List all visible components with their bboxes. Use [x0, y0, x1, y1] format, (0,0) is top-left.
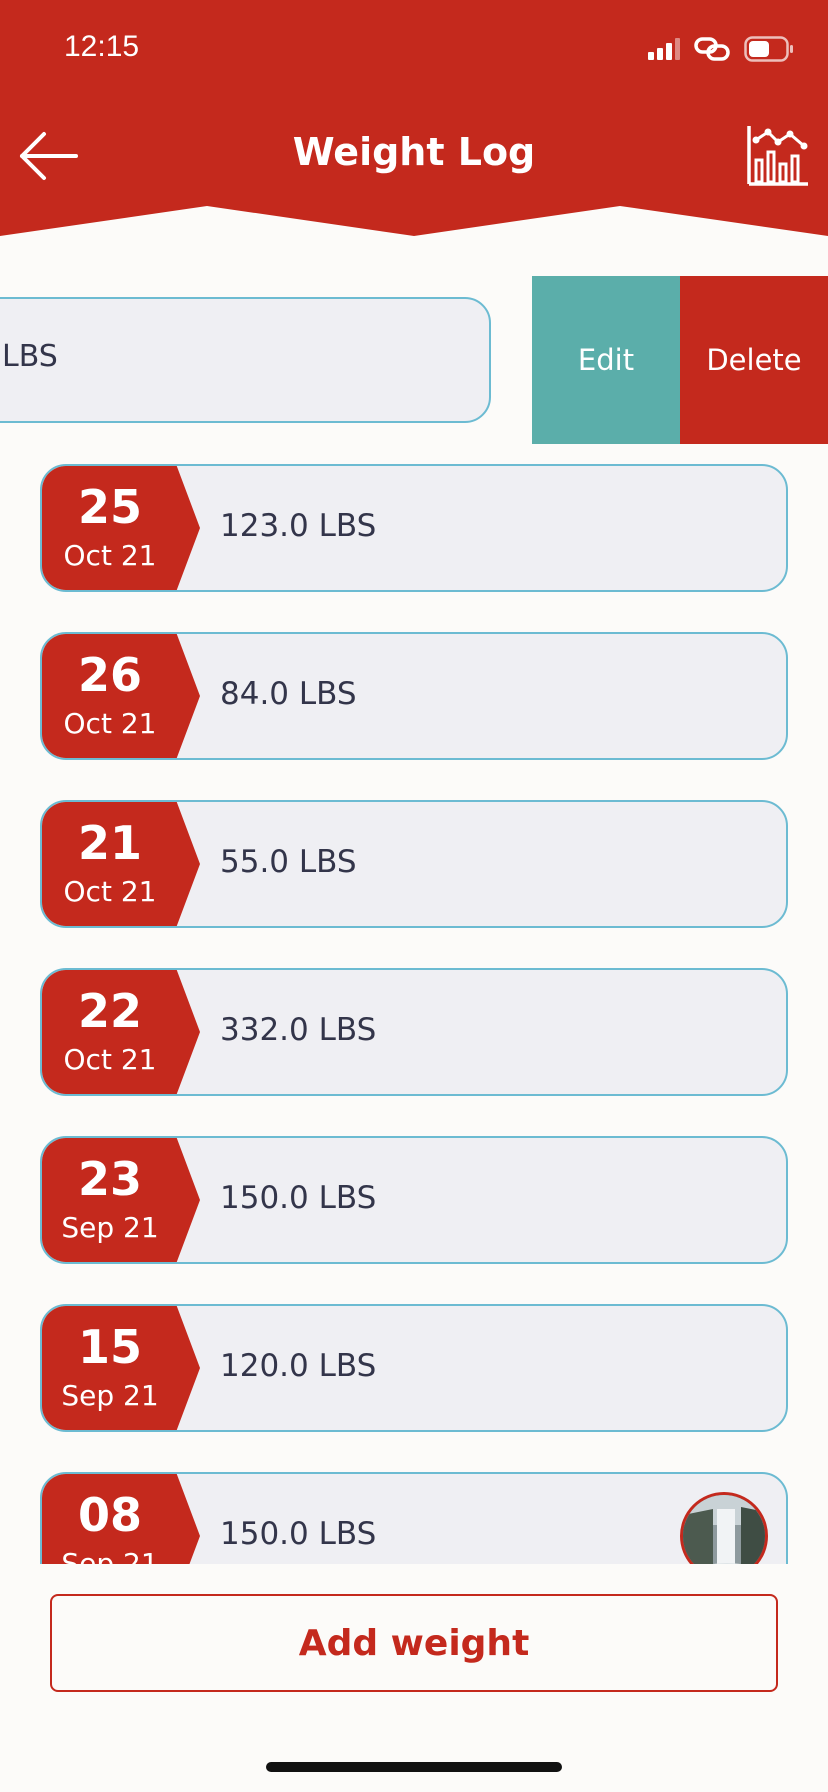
delete-button[interactable]: Delete [680, 276, 828, 444]
list-item[interactable]: 15 Sep 21 120.0 LBS [40, 1304, 788, 1432]
entry-day: 26 [77, 648, 142, 702]
entry-month: Oct 21 [63, 1043, 157, 1076]
date-tag: 23 Sep 21 [42, 1138, 200, 1262]
swiped-entry-row[interactable]: LBS Edit Delete [0, 276, 828, 444]
entry-day: 22 [77, 984, 142, 1038]
status-icons [648, 34, 794, 64]
entry-weight: 84.0 LBS [220, 676, 357, 712]
entry-weight: 55.0 LBS [220, 844, 357, 880]
entry-weight: 150.0 LBS [220, 1180, 377, 1216]
edit-button[interactable]: Edit [532, 276, 680, 444]
entry-day: 21 [77, 816, 142, 870]
entry-day: 15 [77, 1320, 142, 1374]
list-item[interactable]: 22 Oct 21 332.0 LBS [40, 968, 788, 1096]
entry-weight: 123.0 LBS [220, 508, 377, 544]
entry-weight: 150.0 LBS [220, 1516, 377, 1552]
chart-button[interactable] [746, 122, 810, 188]
waterfall-photo-icon [683, 1495, 765, 1564]
link-icon [694, 37, 730, 61]
entry-month: Oct 21 [63, 875, 157, 908]
app-header: 12:15 Weight Log [0, 0, 828, 240]
entry-weight: 332.0 LBS [220, 1012, 377, 1048]
entry-month: Sep 21 [61, 1547, 159, 1565]
chart-icon [747, 126, 808, 186]
entry-day: 23 [77, 1152, 142, 1206]
entry-month: Oct 21 [63, 707, 157, 740]
date-tag: 26 Oct 21 [42, 634, 200, 758]
weight-list[interactable]: 25 Oct 21 123.0 LBS 26 Oct 21 84.0 LBS 2… [0, 464, 828, 1564]
list-item[interactable]: 26 Oct 21 84.0 LBS [40, 632, 788, 760]
status-time: 12:15 [64, 30, 140, 63]
battery-icon [744, 36, 793, 62]
entry-month: Oct 21 [63, 539, 157, 572]
date-tag: 21 Oct 21 [42, 802, 200, 926]
date-tag: 08 Sep 21 [42, 1474, 200, 1565]
entry-day: 25 [77, 480, 142, 534]
date-tag: 15 Sep 21 [42, 1306, 200, 1430]
entry-weight: 120.0 LBS [220, 1348, 377, 1384]
home-indicator[interactable] [266, 1762, 562, 1772]
swiped-entry-card[interactable]: LBS [0, 297, 491, 423]
entry-month: Sep 21 [61, 1211, 159, 1244]
date-tag: 25 Oct 21 [42, 466, 200, 590]
list-item[interactable]: 08 Sep 21 150.0 LBS [40, 1472, 788, 1564]
add-weight-button[interactable]: Add weight [50, 1594, 778, 1692]
page-title: Weight Log [292, 130, 536, 174]
list-item[interactable]: 21 Oct 21 55.0 LBS [40, 800, 788, 928]
list-item[interactable]: 25 Oct 21 123.0 LBS [40, 464, 788, 592]
date-tag: 22 Oct 21 [42, 970, 200, 1094]
list-item[interactable]: 23 Sep 21 150.0 LBS [40, 1136, 788, 1264]
entry-day: 08 [77, 1488, 142, 1542]
entry-month: Sep 21 [61, 1379, 159, 1412]
signal-icon [648, 38, 680, 60]
swiped-entry-weight: LBS [2, 339, 58, 374]
entry-photo-thumbnail[interactable] [680, 1492, 768, 1564]
